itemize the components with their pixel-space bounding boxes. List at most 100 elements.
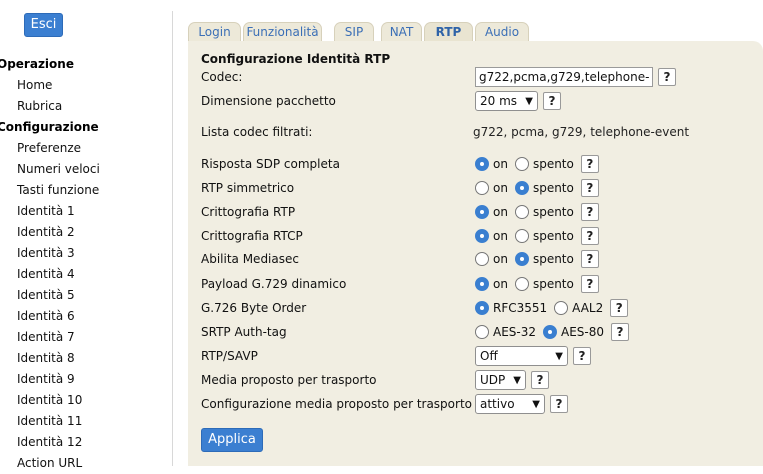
savp-select[interactable]: Off ▼ [475, 346, 568, 366]
media-config-select[interactable]: attivo ▼ [475, 394, 545, 414]
filtered-codecs-label: Lista codec filtrati: [201, 125, 313, 139]
savp-control: Off ▼ ? [475, 345, 591, 367]
chevron-down-icon: ▼ [525, 95, 533, 107]
help-icon[interactable]: ? [580, 250, 599, 268]
sidebar-nav: Operazione Home Rubrica Configurazione P… [0, 54, 172, 474]
sdp-label: Risposta SDP completa [201, 157, 340, 171]
rtcp-crypto-label: Crittografia RTCP [201, 229, 303, 243]
g729-on-radio[interactable] [475, 277, 489, 291]
sidebar-item-identita-1[interactable]: Identità 1 [0, 201, 172, 222]
sidebar-item-identita-2[interactable]: Identità 2 [0, 222, 172, 243]
rtcp-crypto-on-radio[interactable] [475, 229, 489, 243]
media-config-value: attivo [480, 397, 515, 411]
sidebar-item-identita-11[interactable]: Identità 11 [0, 411, 172, 432]
symmetric-off-label: spento [532, 181, 574, 195]
help-icon[interactable]: ? [573, 347, 591, 365]
tab-nat[interactable]: NAT [381, 22, 422, 41]
help-icon[interactable]: ? [658, 68, 676, 86]
sdp-control: on spento ? [475, 153, 599, 175]
srtp-aes32-radio[interactable] [475, 325, 489, 339]
help-icon[interactable]: ? [550, 395, 568, 413]
rtcp-crypto-off-radio[interactable] [514, 229, 529, 243]
rtp-crypto-control: on spento ? [475, 201, 599, 223]
help-icon[interactable]: ? [580, 203, 599, 221]
g729-off-radio[interactable] [514, 277, 529, 291]
srtp-control: AES-32 AES-80 ? [475, 321, 630, 343]
media-transport-select[interactable]: UDP ▼ [475, 370, 526, 390]
sidebar-item-identita-3[interactable]: Identità 3 [0, 243, 172, 264]
rtp-crypto-on-radio[interactable] [475, 205, 489, 219]
sdp-off-label: spento [532, 157, 574, 171]
help-icon[interactable]: ? [580, 227, 599, 245]
rtp-crypto-off-label: spento [532, 205, 574, 219]
symmetric-on-radio[interactable] [475, 181, 489, 195]
tab-rtp[interactable]: RTP [424, 22, 473, 42]
media-config-control: attivo ▼ ? [475, 393, 568, 415]
help-icon[interactable]: ? [611, 323, 630, 341]
media-transport-label: Media proposto per trasporto [201, 373, 377, 387]
sidebar-item-identita-10[interactable]: Identità 10 [0, 390, 172, 411]
sidebar-divider [172, 11, 173, 466]
packet-size-select[interactable]: 20 ms ▼ [475, 91, 538, 111]
logout-button[interactable]: Esci [24, 13, 63, 37]
packet-size-control: 20 ms ▼ ? [475, 90, 561, 112]
sidebar-item-numeri-veloci[interactable]: Numeri veloci [0, 159, 172, 180]
help-icon[interactable]: ? [543, 92, 561, 110]
help-icon[interactable]: ? [580, 155, 599, 173]
sidebar-item-identita-6[interactable]: Identità 6 [0, 306, 172, 327]
apply-button[interactable]: Applica [201, 428, 263, 452]
srtp-aes80-radio[interactable] [543, 325, 558, 339]
sidebar-item-identita-4[interactable]: Identità 4 [0, 264, 172, 285]
g726-control: RFC3551 AAL2 ? [475, 297, 629, 319]
codec-label: Codec: [201, 70, 243, 84]
nav-group-configurazione: Configurazione [0, 120, 99, 134]
help-icon[interactable]: ? [610, 299, 629, 317]
sidebar-item-home[interactable]: Home [0, 75, 172, 96]
mediasec-control: on spento ? [475, 248, 599, 270]
sdp-on-radio[interactable] [475, 157, 489, 171]
section-title: Configurazione Identità RTP [201, 52, 391, 66]
tab-funzionalita[interactable]: Funzionalità [243, 22, 322, 41]
sidebar-item-identita-12[interactable]: Identità 12 [0, 432, 172, 453]
g726-aal2-radio[interactable] [554, 301, 569, 315]
media-transport-value: UDP [480, 373, 506, 387]
g726-rfc-radio[interactable] [475, 301, 489, 315]
chevron-down-icon: ▼ [513, 374, 521, 386]
g726-aal2-label: AAL2 [572, 301, 604, 315]
help-icon[interactable]: ? [531, 371, 549, 389]
g729-on-label: on [493, 277, 508, 291]
codec-input[interactable] [475, 67, 653, 87]
sidebar-item-preferenze[interactable]: Preferenze [0, 138, 172, 159]
help-icon[interactable]: ? [580, 179, 599, 197]
chevron-down-icon: ▼ [532, 398, 540, 410]
sidebar-item-identita-8[interactable]: Identità 8 [0, 348, 172, 369]
chevron-down-icon: ▼ [555, 350, 563, 362]
symmetric-off-radio[interactable] [514, 181, 529, 195]
mediasec-off-label: spento [532, 252, 574, 266]
rtp-crypto-on-label: on [493, 205, 508, 219]
g729-label: Payload G.729 dinamico [201, 277, 347, 291]
help-icon[interactable]: ? [580, 275, 599, 293]
rtp-crypto-off-radio[interactable] [514, 205, 529, 219]
sdp-off-radio[interactable] [514, 157, 529, 171]
packet-size-value: 20 ms [480, 94, 518, 108]
tab-sip[interactable]: SIP [334, 22, 374, 41]
mediasec-on-label: on [493, 252, 508, 266]
sidebar-item-identita-5[interactable]: Identità 5 [0, 285, 172, 306]
sidebar-item-rubrica[interactable]: Rubrica [0, 96, 172, 117]
tab-audio[interactable]: Audio [475, 22, 529, 41]
sidebar-item-tasti-funzione[interactable]: Tasti funzione [0, 180, 172, 201]
sidebar: Esci Operazione Home Rubrica Configurazi… [0, 0, 172, 470]
savp-value: Off [480, 349, 498, 363]
symmetric-on-label: on [493, 181, 508, 195]
sidebar-item-identita-7[interactable]: Identità 7 [0, 327, 172, 348]
tab-login[interactable]: Login [188, 22, 241, 41]
mediasec-off-radio[interactable] [514, 252, 529, 266]
sidebar-item-action-url[interactable]: Action URL [0, 453, 172, 474]
g729-control: on spento ? [475, 273, 599, 295]
sidebar-item-identita-9[interactable]: Identità 9 [0, 369, 172, 390]
sdp-on-label: on [493, 157, 508, 171]
mediasec-on-radio[interactable] [475, 252, 489, 266]
srtp-label: SRTP Auth-tag [201, 325, 287, 339]
rtcp-crypto-control: on spento ? [475, 225, 599, 247]
